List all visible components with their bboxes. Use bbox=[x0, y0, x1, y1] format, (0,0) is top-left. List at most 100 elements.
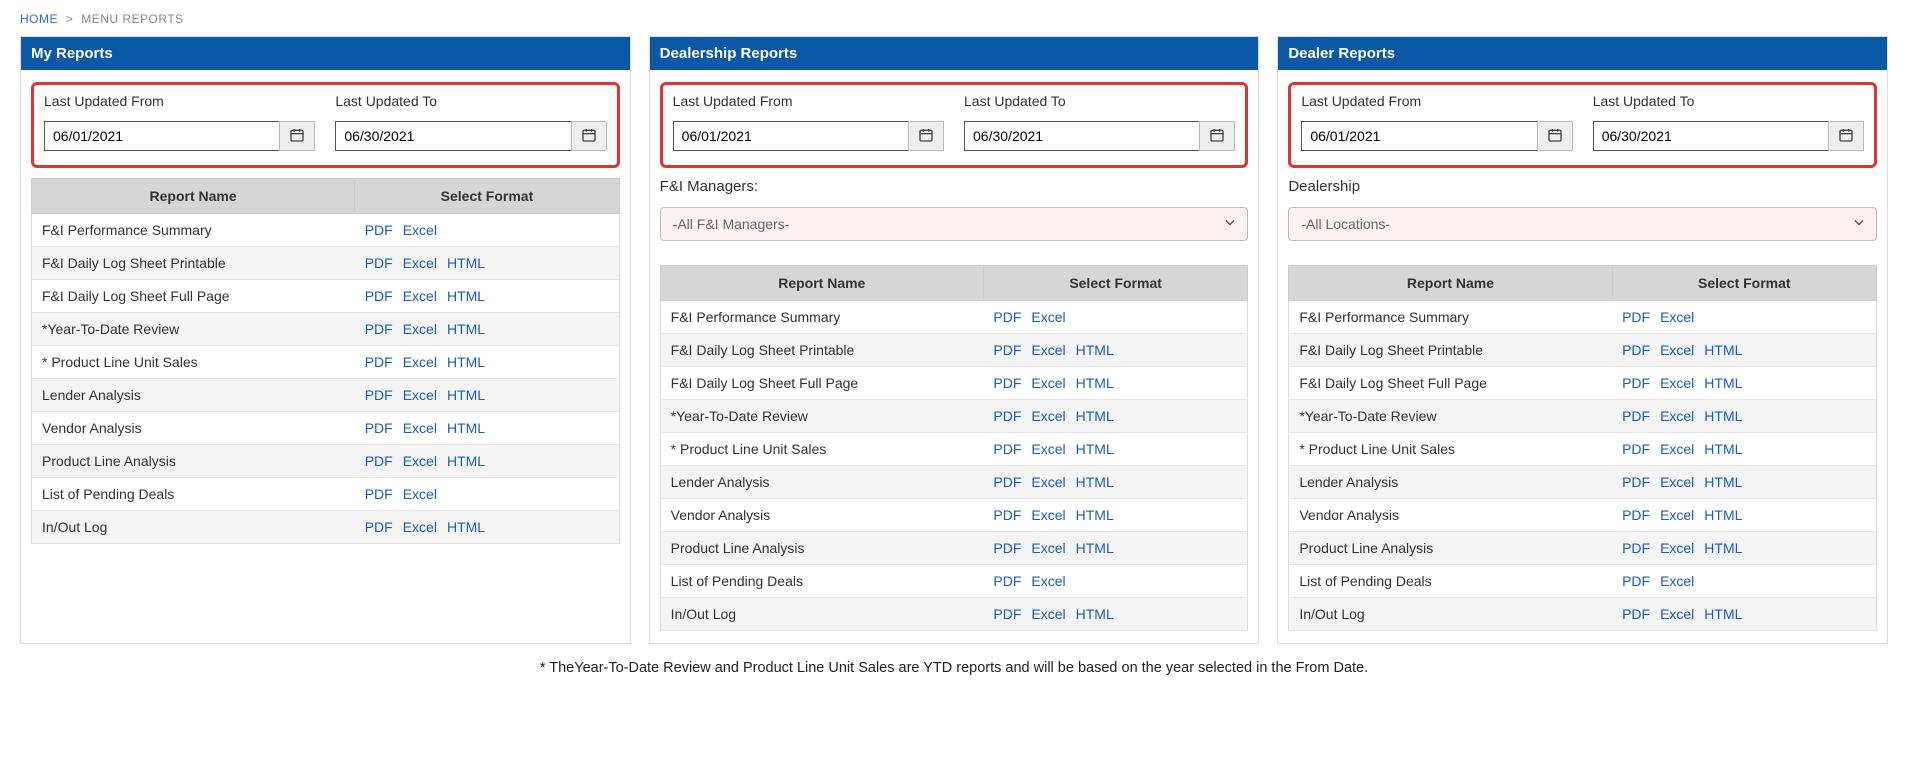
format-link-pdf[interactable]: PDF bbox=[1622, 408, 1650, 424]
format-link-html[interactable]: HTML bbox=[1076, 408, 1114, 424]
format-link-excel[interactable]: Excel bbox=[1031, 606, 1065, 622]
format-link-html[interactable]: HTML bbox=[447, 288, 485, 304]
format-link-html[interactable]: HTML bbox=[1076, 606, 1114, 622]
format-link-excel[interactable]: Excel bbox=[403, 387, 437, 403]
format-link-pdf[interactable]: PDF bbox=[993, 441, 1021, 457]
calendar-button-to-my[interactable] bbox=[571, 121, 607, 151]
format-link-html[interactable]: HTML bbox=[1076, 474, 1114, 490]
format-link-excel[interactable]: Excel bbox=[1660, 441, 1694, 457]
format-link-pdf[interactable]: PDF bbox=[993, 309, 1021, 325]
format-link-html[interactable]: HTML bbox=[1704, 606, 1742, 622]
format-link-html[interactable]: HTML bbox=[1076, 540, 1114, 556]
format-link-html[interactable]: HTML bbox=[1076, 375, 1114, 391]
format-link-pdf[interactable]: PDF bbox=[993, 342, 1021, 358]
format-link-html[interactable]: HTML bbox=[1076, 441, 1114, 457]
format-link-pdf[interactable]: PDF bbox=[365, 222, 393, 238]
format-link-html[interactable]: HTML bbox=[447, 420, 485, 436]
format-link-excel[interactable]: Excel bbox=[1031, 375, 1065, 391]
format-link-excel[interactable]: Excel bbox=[1660, 606, 1694, 622]
format-link-pdf[interactable]: PDF bbox=[365, 288, 393, 304]
format-link-pdf[interactable]: PDF bbox=[365, 255, 393, 271]
format-link-pdf[interactable]: PDF bbox=[1622, 507, 1650, 523]
format-link-html[interactable]: HTML bbox=[1704, 441, 1742, 457]
format-link-excel[interactable]: Excel bbox=[1031, 474, 1065, 490]
select-fi-managers[interactable]: -All F&I Managers- bbox=[660, 207, 1249, 241]
format-link-html[interactable]: HTML bbox=[447, 321, 485, 337]
breadcrumb-home-link[interactable]: HOME bbox=[20, 12, 58, 26]
format-link-html[interactable]: HTML bbox=[1704, 408, 1742, 424]
format-link-excel[interactable]: Excel bbox=[1660, 309, 1694, 325]
format-link-html[interactable]: HTML bbox=[1076, 342, 1114, 358]
format-link-pdf[interactable]: PDF bbox=[365, 387, 393, 403]
format-link-html[interactable]: HTML bbox=[1704, 342, 1742, 358]
format-link-pdf[interactable]: PDF bbox=[365, 453, 393, 469]
format-link-excel[interactable]: Excel bbox=[403, 255, 437, 271]
input-updated-from-dealership[interactable] bbox=[673, 121, 908, 151]
format-link-excel[interactable]: Excel bbox=[1660, 375, 1694, 391]
format-link-pdf[interactable]: PDF bbox=[365, 486, 393, 502]
format-link-excel[interactable]: Excel bbox=[403, 222, 437, 238]
format-link-pdf[interactable]: PDF bbox=[1622, 309, 1650, 325]
format-link-pdf[interactable]: PDF bbox=[365, 519, 393, 535]
format-link-html[interactable]: HTML bbox=[1704, 507, 1742, 523]
format-link-pdf[interactable]: PDF bbox=[993, 408, 1021, 424]
format-link-excel[interactable]: Excel bbox=[1660, 408, 1694, 424]
calendar-button-to-dealership[interactable] bbox=[1199, 121, 1235, 151]
format-link-html[interactable]: HTML bbox=[447, 354, 485, 370]
input-updated-to-dealership[interactable] bbox=[964, 121, 1199, 151]
format-link-html[interactable]: HTML bbox=[1076, 507, 1114, 523]
format-link-pdf[interactable]: PDF bbox=[1622, 441, 1650, 457]
format-link-html[interactable]: HTML bbox=[447, 519, 485, 535]
format-link-excel[interactable]: Excel bbox=[403, 321, 437, 337]
format-link-excel[interactable]: Excel bbox=[403, 453, 437, 469]
format-link-pdf[interactable]: PDF bbox=[993, 375, 1021, 391]
format-link-excel[interactable]: Excel bbox=[403, 486, 437, 502]
format-link-excel[interactable]: Excel bbox=[403, 288, 437, 304]
format-link-html[interactable]: HTML bbox=[1704, 474, 1742, 490]
format-link-excel[interactable]: Excel bbox=[1031, 507, 1065, 523]
format-link-pdf[interactable]: PDF bbox=[365, 420, 393, 436]
format-link-excel[interactable]: Excel bbox=[1660, 573, 1694, 589]
format-link-pdf[interactable]: PDF bbox=[1622, 573, 1650, 589]
format-link-excel[interactable]: Excel bbox=[1660, 342, 1694, 358]
select-dealership-locations[interactable]: -All Locations- bbox=[1288, 207, 1877, 241]
format-link-html[interactable]: HTML bbox=[447, 255, 485, 271]
format-link-pdf[interactable]: PDF bbox=[993, 507, 1021, 523]
format-link-excel[interactable]: Excel bbox=[1031, 540, 1065, 556]
format-link-excel[interactable]: Excel bbox=[1031, 408, 1065, 424]
format-link-excel[interactable]: Excel bbox=[1031, 441, 1065, 457]
format-link-pdf[interactable]: PDF bbox=[993, 606, 1021, 622]
format-link-excel[interactable]: Excel bbox=[1031, 342, 1065, 358]
format-link-html[interactable]: HTML bbox=[1704, 375, 1742, 391]
format-link-html[interactable]: HTML bbox=[447, 387, 485, 403]
format-link-pdf[interactable]: PDF bbox=[1622, 342, 1650, 358]
format-link-excel[interactable]: Excel bbox=[1031, 573, 1065, 589]
input-updated-from-dealer[interactable] bbox=[1301, 121, 1536, 151]
format-link-excel[interactable]: Excel bbox=[1031, 309, 1065, 325]
calendar-button-from-my[interactable] bbox=[279, 121, 315, 151]
format-link-pdf[interactable]: PDF bbox=[993, 474, 1021, 490]
input-updated-to-my[interactable] bbox=[335, 121, 570, 151]
format-link-excel[interactable]: Excel bbox=[1660, 474, 1694, 490]
input-updated-from-my[interactable] bbox=[44, 121, 279, 151]
format-link-pdf[interactable]: PDF bbox=[993, 540, 1021, 556]
input-updated-to-dealer[interactable] bbox=[1593, 121, 1828, 151]
format-link-pdf[interactable]: PDF bbox=[1622, 375, 1650, 391]
format-link-excel[interactable]: Excel bbox=[403, 519, 437, 535]
format-link-pdf[interactable]: PDF bbox=[365, 321, 393, 337]
calendar-button-from-dealer[interactable] bbox=[1537, 121, 1573, 151]
format-link-pdf[interactable]: PDF bbox=[365, 354, 393, 370]
format-link-pdf[interactable]: PDF bbox=[1622, 474, 1650, 490]
format-link-excel[interactable]: Excel bbox=[1660, 507, 1694, 523]
calendar-button-to-dealer[interactable] bbox=[1828, 121, 1864, 151]
format-link-excel[interactable]: Excel bbox=[403, 354, 437, 370]
format-link-excel[interactable]: Excel bbox=[1660, 540, 1694, 556]
format-link-excel[interactable]: Excel bbox=[403, 420, 437, 436]
format-link-html[interactable]: HTML bbox=[1704, 540, 1742, 556]
format-link-pdf[interactable]: PDF bbox=[1622, 606, 1650, 622]
format-link-pdf[interactable]: PDF bbox=[993, 573, 1021, 589]
format-link-pdf[interactable]: PDF bbox=[1622, 540, 1650, 556]
report-name-cell: In/Out Log bbox=[660, 598, 983, 631]
format-link-html[interactable]: HTML bbox=[447, 453, 485, 469]
calendar-button-from-dealership[interactable] bbox=[908, 121, 944, 151]
